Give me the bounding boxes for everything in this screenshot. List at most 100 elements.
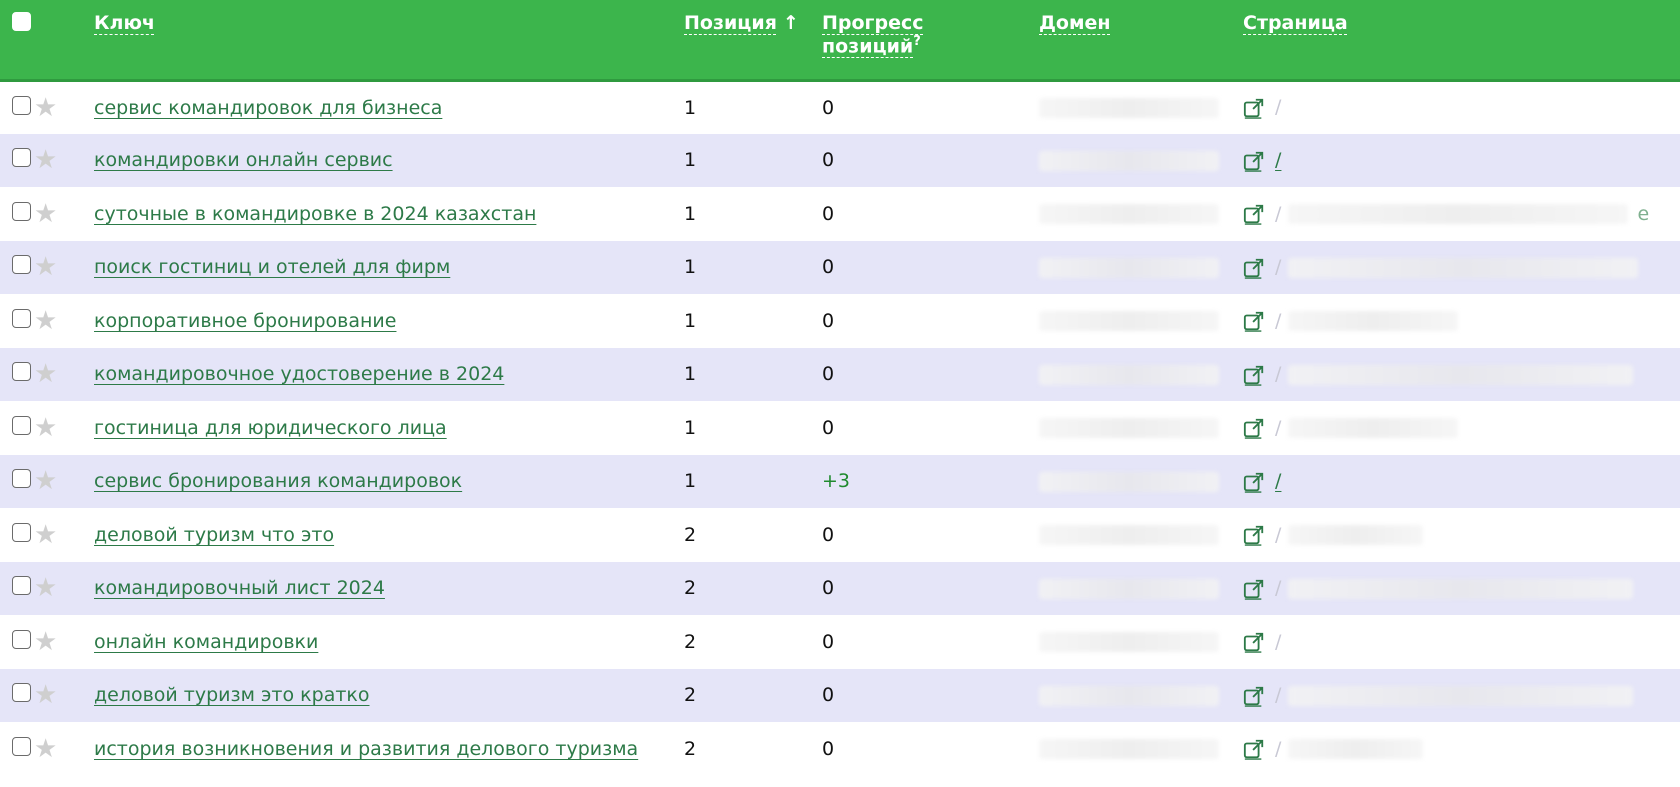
keyword-link[interactable]: онлайн командировки: [94, 631, 318, 653]
page-cell: /: [1243, 241, 1680, 295]
progress-cell: 0: [822, 508, 1039, 562]
keyword-link[interactable]: деловой туризм это кратко: [94, 684, 370, 706]
row-checkbox[interactable]: [12, 469, 31, 489]
select-all-checkbox[interactable]: [12, 12, 31, 31]
external-link-icon[interactable]: [1243, 310, 1265, 332]
header-position-label[interactable]: Позиция: [684, 12, 777, 34]
row-checkbox[interactable]: [12, 201, 31, 221]
row-select-cell: [0, 134, 34, 188]
header-page-label[interactable]: Страница: [1243, 12, 1348, 34]
star-icon[interactable]: ★: [34, 734, 57, 764]
header-page[interactable]: Страница: [1243, 0, 1680, 80]
page-link[interactable]: /: [1275, 524, 1281, 546]
row-checkbox[interactable]: [12, 148, 31, 168]
keyword-link[interactable]: сервис бронирования командировок: [94, 470, 462, 492]
external-link-icon[interactable]: [1243, 97, 1265, 119]
keyword-link[interactable]: командировки онлайн сервис: [94, 149, 393, 171]
keyword-link[interactable]: история возникновения и развития деловог…: [94, 738, 638, 760]
header-key-label[interactable]: Ключ: [94, 12, 155, 34]
keyword-link[interactable]: гостиница для юридического лица: [94, 417, 447, 439]
progress-cell: 0: [822, 615, 1039, 669]
progress-cell: +3: [822, 455, 1039, 509]
row-star-cell: ★: [34, 134, 94, 188]
header-progress-label-2[interactable]: позиций: [822, 35, 913, 57]
row-checkbox[interactable]: [12, 629, 31, 649]
external-link-icon[interactable]: [1243, 685, 1265, 707]
keyword-link[interactable]: сервис командировок для бизнеса: [94, 97, 442, 119]
keyword-cell: гостиница для юридического лица: [94, 401, 684, 455]
page-link[interactable]: /: [1275, 96, 1281, 118]
page-redacted: [1287, 311, 1458, 331]
star-icon[interactable]: ★: [34, 199, 57, 229]
star-icon[interactable]: ★: [34, 93, 57, 123]
row-select-cell: [0, 294, 34, 348]
progress-value: 0: [822, 149, 835, 172]
star-icon[interactable]: ★: [34, 627, 57, 657]
keyword-link[interactable]: суточные в командировке в 2024 казахстан: [94, 203, 536, 225]
header-domain-label[interactable]: Домен: [1039, 12, 1111, 34]
header-position[interactable]: Позиция ↑: [684, 0, 822, 80]
keyword-link[interactable]: командировочный лист 2024: [94, 577, 385, 599]
external-link-icon[interactable]: [1243, 417, 1265, 439]
progress-value: 0: [822, 523, 835, 546]
row-checkbox[interactable]: [12, 95, 31, 115]
keyword-link[interactable]: корпоративное бронирование: [94, 310, 396, 332]
header-progress-label-1[interactable]: Прогресс: [822, 12, 924, 34]
domain-redacted: [1039, 311, 1219, 332]
external-link-icon[interactable]: [1243, 578, 1265, 600]
page-cell: /: [1243, 562, 1680, 616]
star-icon[interactable]: ★: [34, 520, 57, 550]
sort-asc-icon: ↑: [782, 12, 799, 34]
header-key[interactable]: Ключ: [94, 0, 684, 80]
external-link-icon[interactable]: [1243, 471, 1265, 493]
domain-redacted: [1039, 525, 1219, 546]
page-link[interactable]: /: [1275, 470, 1281, 492]
star-icon[interactable]: ★: [34, 413, 57, 443]
page-link[interactable]: /: [1275, 256, 1281, 278]
keyword-link[interactable]: командировочное удостоверение в 2024: [94, 363, 504, 385]
external-link-icon[interactable]: [1243, 364, 1265, 386]
star-icon[interactable]: ★: [34, 573, 57, 603]
external-link-icon[interactable]: [1243, 738, 1265, 760]
row-checkbox[interactable]: [12, 415, 31, 435]
star-icon[interactable]: ★: [34, 680, 57, 710]
star-icon[interactable]: ★: [34, 306, 57, 336]
page-link[interactable]: /: [1275, 203, 1281, 225]
keyword-link[interactable]: деловой туризм что это: [94, 524, 334, 546]
page-link[interactable]: /: [1275, 363, 1281, 385]
star-icon[interactable]: ★: [34, 359, 57, 389]
row-checkbox[interactable]: [12, 255, 31, 275]
page-link[interactable]: /: [1275, 631, 1281, 653]
star-icon[interactable]: ★: [34, 252, 57, 282]
external-link-icon[interactable]: [1243, 631, 1265, 653]
star-icon[interactable]: ★: [34, 145, 57, 175]
page-cell: /: [1243, 134, 1680, 188]
page-link[interactable]: /: [1275, 684, 1281, 706]
domain-cell: [1039, 669, 1243, 723]
row-checkbox[interactable]: [12, 683, 31, 703]
external-link-icon[interactable]: [1243, 524, 1265, 546]
row-checkbox[interactable]: [12, 362, 31, 382]
header-domain[interactable]: Домен: [1039, 0, 1243, 80]
row-checkbox[interactable]: [12, 308, 31, 328]
page-link[interactable]: /: [1275, 738, 1281, 760]
position-cell: 1: [684, 416, 697, 439]
table-row: ★ корпоративное бронирование 1 0 /: [0, 294, 1680, 348]
row-checkbox[interactable]: [12, 522, 31, 542]
row-checkbox[interactable]: [12, 736, 31, 756]
external-link-icon[interactable]: [1243, 257, 1265, 279]
help-icon[interactable]: ?: [913, 34, 921, 49]
page-link[interactable]: /: [1275, 577, 1281, 599]
domain-cell: [1039, 187, 1243, 241]
external-link-icon[interactable]: [1243, 150, 1265, 172]
page-link[interactable]: /: [1275, 149, 1281, 171]
external-link-icon[interactable]: [1243, 203, 1265, 225]
header-progress[interactable]: Прогресс позиций?: [822, 0, 1039, 80]
star-icon[interactable]: ★: [34, 466, 57, 496]
page-link[interactable]: /: [1275, 310, 1281, 332]
keyword-link[interactable]: поиск гостиниц и отелей для фирм: [94, 256, 450, 278]
page-link[interactable]: /: [1275, 417, 1281, 439]
row-checkbox[interactable]: [12, 576, 31, 596]
row-star-cell: ★: [34, 722, 94, 776]
page-cell: /: [1243, 508, 1680, 562]
